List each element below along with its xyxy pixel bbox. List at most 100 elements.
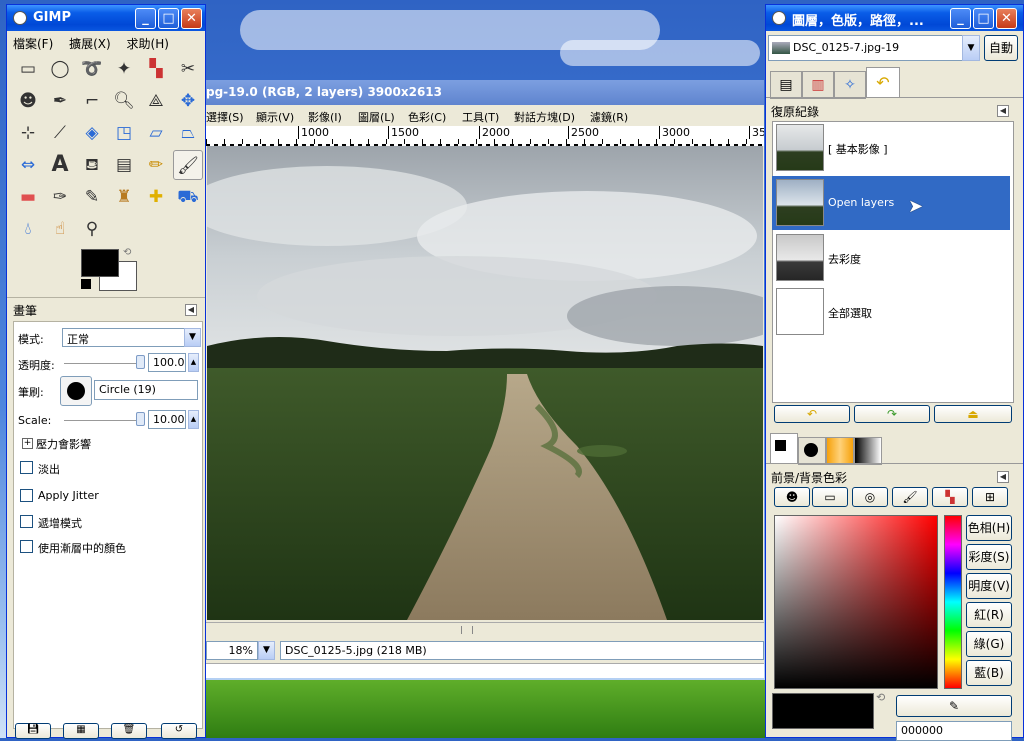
maximize-button[interactable]: □ (158, 8, 179, 29)
scales-selector-button[interactable]: ⊞ (972, 487, 1008, 507)
opacity-input[interactable]: 100.0 (148, 353, 186, 372)
tab-paths[interactable]: ✧ (834, 71, 866, 99)
scissors-tool-icon[interactable]: ✂ (173, 54, 203, 84)
horizontal-ruler[interactable]: 1000 1500 2000 2500 3000 35 (206, 126, 764, 145)
incremental-checkbox[interactable] (20, 515, 33, 528)
watercolor-selector-button[interactable]: 🖌︎ (892, 487, 928, 507)
history-item-selected[interactable]: Open layers ➤ (772, 176, 1010, 230)
image-selector-dropdown-icon[interactable]: ▼ (962, 35, 980, 61)
pressure-expander-label[interactable]: 壓力會影響 (36, 436, 91, 452)
brush-preview-button[interactable] (60, 376, 92, 406)
scale-tool-icon[interactable]: ◳ (109, 118, 139, 148)
value-toggle-button[interactable]: 明度(V) (966, 573, 1012, 599)
scale-slider-track[interactable] (64, 420, 142, 421)
move-tool-icon[interactable]: ✥ (173, 86, 203, 116)
clear-history-button[interactable]: ⏏ (934, 405, 1012, 423)
green-toggle-button[interactable]: 綠(G) (966, 631, 1012, 657)
tab-undo-history[interactable]: ↶ (866, 67, 900, 98)
jitter-checkbox[interactable] (20, 489, 33, 502)
zoom-field[interactable]: 18% (206, 641, 258, 660)
zoom-dropdown-icon[interactable]: ▼ (258, 641, 275, 660)
color-picker-tool-icon[interactable]: ⌐ (77, 86, 107, 116)
perspective-clone-tool-icon[interactable]: ⛟ (173, 182, 203, 212)
clone-tool-icon[interactable]: ♜ (109, 182, 139, 212)
menu-help[interactable]: 求助(H) (121, 32, 175, 52)
expander-plus-icon[interactable]: + (22, 438, 33, 449)
dodge-burn-tool-icon[interactable]: ⚲ (77, 214, 107, 244)
horizontal-scrollbar[interactable] (206, 622, 764, 637)
palette-selector-button[interactable]: ▚ (932, 487, 968, 507)
blur-tool-icon[interactable]: 💧︎ (13, 214, 43, 244)
tab-patterns[interactable] (826, 437, 854, 465)
ink-tool-icon[interactable]: ✎ (77, 182, 107, 212)
default-colors-icon[interactable] (81, 279, 91, 289)
image-selector[interactable]: DSC_0125-7.jpg-19 (768, 35, 964, 61)
gradient-color-checkbox[interactable] (20, 540, 33, 553)
brush-name-field[interactable]: Circle (19) (94, 380, 198, 400)
menu-file[interactable]: 檔案(F) (7, 32, 59, 52)
menu-select[interactable]: 選擇(S) (206, 109, 244, 125)
blend-tool-icon[interactable]: ▤ (109, 150, 139, 180)
panel-menu-icon[interactable]: ◀ (997, 105, 1009, 117)
paths-tool-icon[interactable]: ✒ (45, 86, 75, 116)
align-tool-icon[interactable]: ⊹ (13, 118, 43, 148)
scale-input[interactable]: 10.00 (148, 410, 186, 429)
restore-options-button[interactable]: ▦ (63, 723, 99, 739)
opacity-slider-knob[interactable] (136, 355, 145, 369)
hue-strip[interactable] (944, 515, 962, 689)
history-item[interactable]: 全部選取 (772, 285, 1010, 339)
perspective-tool-icon[interactable]: ⏢ (173, 118, 203, 148)
fuzzy-select-tool-icon[interactable]: ✦ (109, 54, 139, 84)
menu-layer[interactable]: 圖層(L) (358, 109, 395, 125)
smudge-tool-icon[interactable]: ☝ (45, 214, 75, 244)
zoom-tool-icon[interactable]: 🔍︎ (109, 86, 139, 116)
panel-menu-icon[interactable]: ◀ (997, 471, 1009, 483)
airbrush-tool-icon[interactable]: ✑ (45, 182, 75, 212)
swap-colors-icon[interactable]: ⟲ (123, 247, 131, 258)
rect-select-tool-icon[interactable]: ▭ (13, 54, 43, 84)
delete-options-button[interactable]: 🗑︎ (111, 723, 147, 739)
menu-tools[interactable]: 工具(T) (462, 109, 499, 125)
blue-toggle-button[interactable]: 藍(B) (966, 660, 1012, 686)
flip-tool-icon[interactable]: ⇔ (13, 150, 43, 180)
free-select-tool-icon[interactable]: ➰ (77, 54, 107, 84)
fade-checkbox[interactable] (20, 461, 33, 474)
measure-tool-icon[interactable]: ⟁ (141, 86, 171, 116)
ellipse-select-tool-icon[interactable]: ◯ (45, 54, 75, 84)
tab-brushes[interactable] (798, 437, 826, 465)
reset-options-button[interactable]: ↺ (161, 723, 197, 739)
wheel-selector-button[interactable]: ◎ (852, 487, 888, 507)
cmyk-selector-button[interactable]: ▭ (812, 487, 848, 507)
tab-channels[interactable]: ▥ (802, 71, 834, 99)
menu-extensions[interactable]: 擴展(X) (63, 32, 117, 52)
redo-button[interactable]: ↷ (854, 405, 930, 423)
scale-spinner-icon[interactable]: ▲ (188, 410, 199, 429)
mode-select[interactable]: 正常 (62, 328, 186, 347)
minimize-button[interactable]: _ (950, 8, 971, 29)
scale-slider-knob[interactable] (136, 412, 145, 426)
saturation-toggle-button[interactable]: 彩度(S) (966, 544, 1012, 570)
current-color-swatch[interactable] (772, 693, 874, 729)
eraser-tool-icon[interactable]: ▬ (13, 182, 43, 212)
image-titlebar[interactable]: pg-19.0 (RGB, 2 layers) 3900x2613 (206, 80, 764, 105)
save-options-button[interactable]: 💾︎ (15, 723, 51, 739)
menu-colors[interactable]: 色彩(C) (408, 109, 446, 125)
pencil-tool-icon[interactable]: ✏ (141, 150, 171, 180)
shear-tool-icon[interactable]: ▱ (141, 118, 171, 148)
close-button[interactable]: ✕ (181, 8, 202, 29)
bucket-fill-tool-icon[interactable]: ⛾ (77, 150, 107, 180)
tab-fg-bg-colors[interactable] (770, 433, 798, 464)
minimize-button[interactable]: _ (135, 8, 156, 29)
opacity-slider-track[interactable] (64, 363, 142, 364)
paintbrush-tool-icon[interactable]: 🖌︎ (173, 150, 203, 180)
maximize-button[interactable]: □ (973, 8, 994, 29)
menu-view[interactable]: 顯示(V) (256, 109, 294, 125)
dock-titlebar[interactable]: 圖層，色版，路徑，... _ □ ✕ (766, 5, 1023, 31)
hex-input[interactable]: 000000 (896, 721, 1012, 741)
red-toggle-button[interactable]: 紅(R) (966, 602, 1012, 628)
crop-tool-icon[interactable]: ⟋ (45, 118, 75, 148)
tab-layers[interactable]: ▤ (770, 71, 802, 99)
foreground-select-tool-icon[interactable]: ☻ (13, 86, 43, 116)
text-tool-icon[interactable]: A (45, 150, 75, 180)
history-item[interactable]: 去彩度 (772, 231, 1010, 285)
